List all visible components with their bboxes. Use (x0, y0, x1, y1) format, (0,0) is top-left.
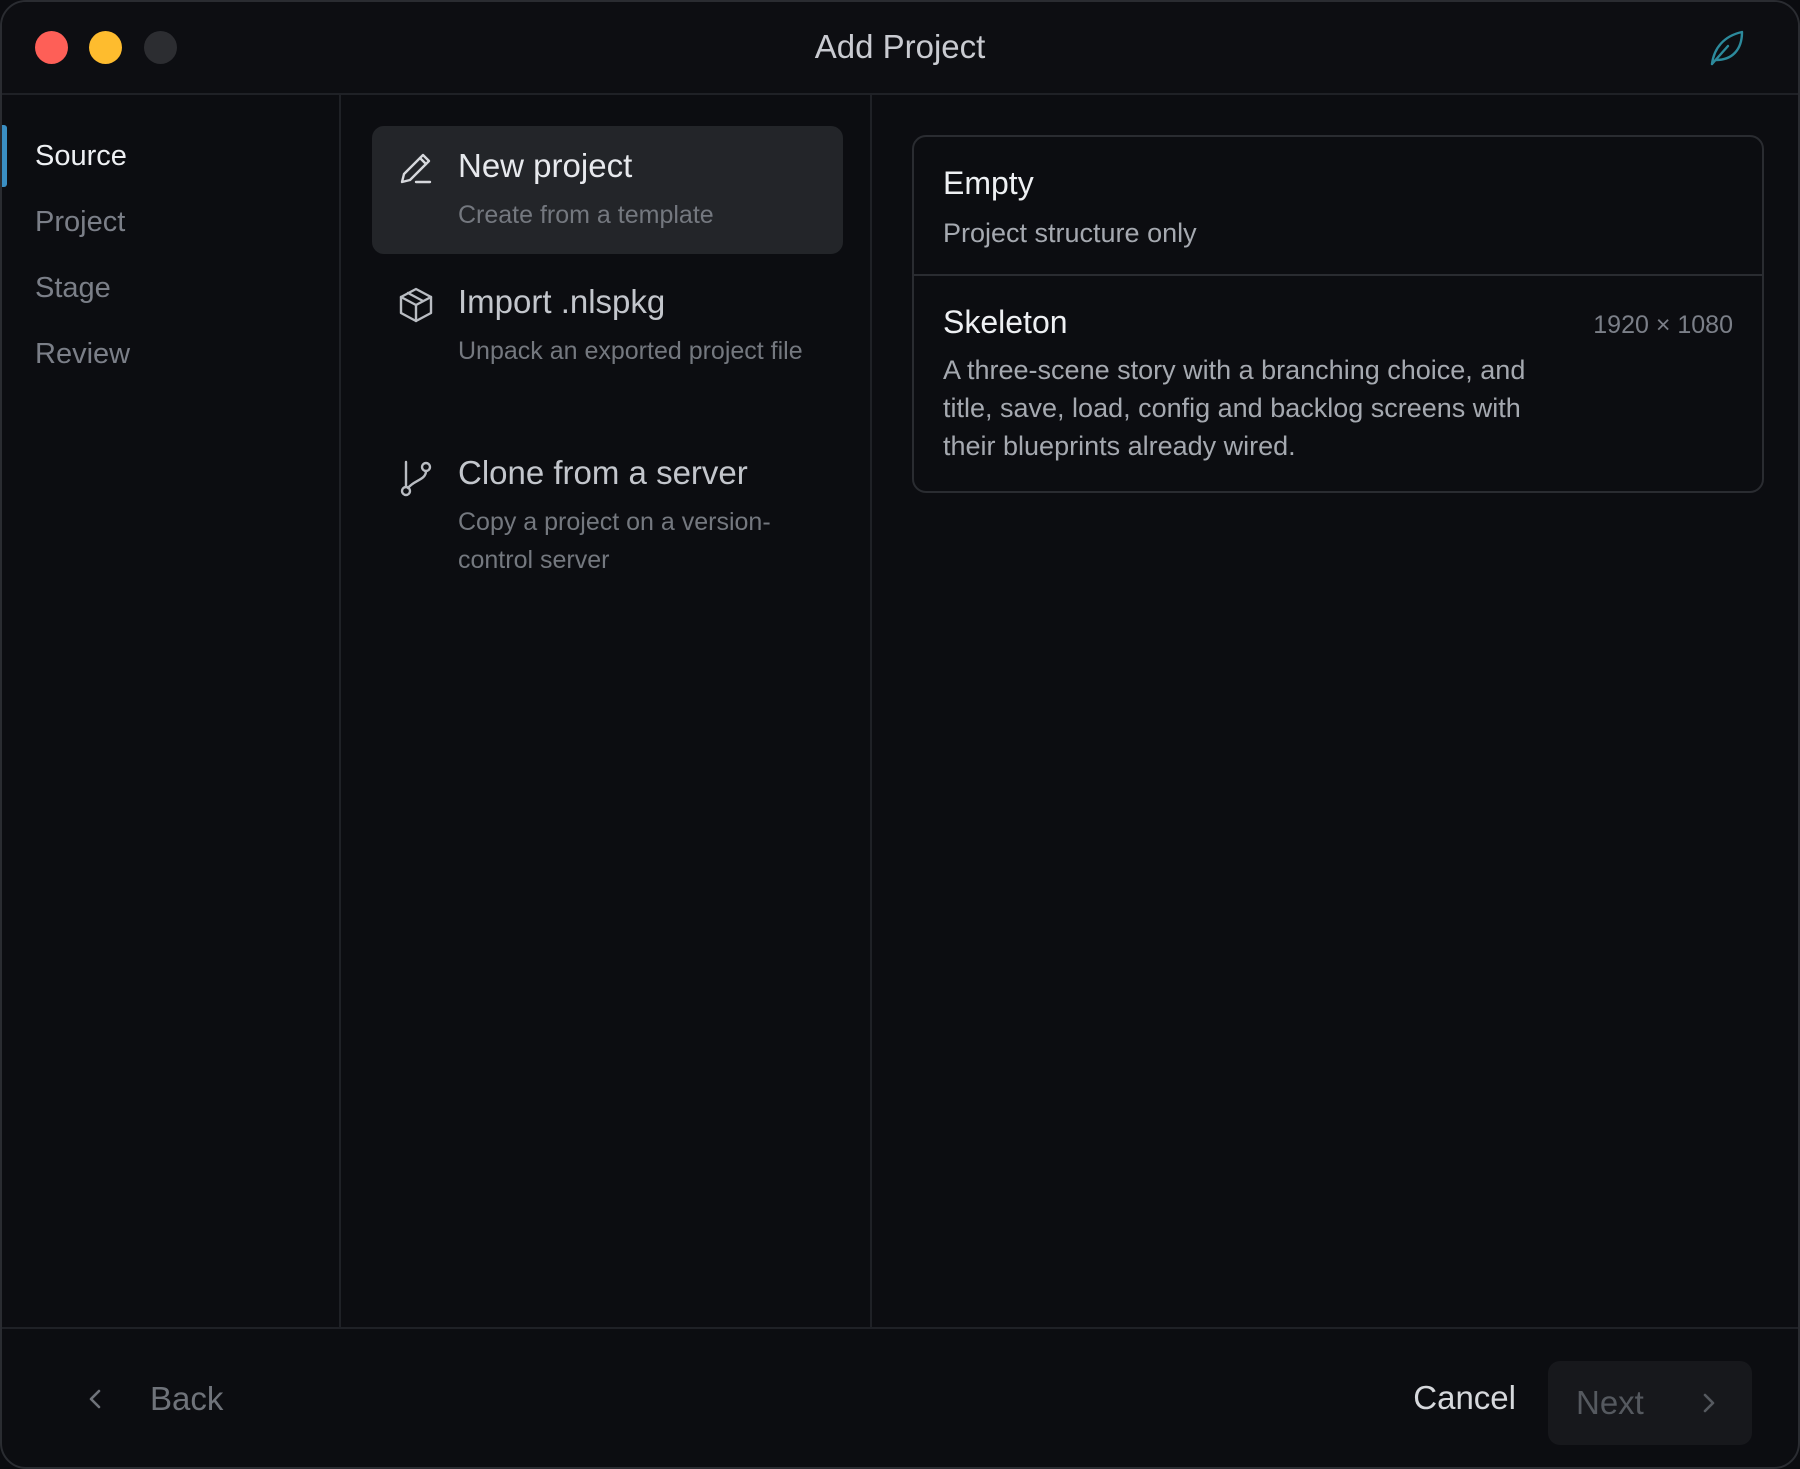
package-icon (399, 287, 433, 323)
pencil-icon (400, 153, 432, 184)
add-project-window: Add Project Source Project Stage Review … (0, 0, 1800, 1469)
chevron-left-icon (89, 1389, 101, 1409)
chevron-right-icon (1703, 1393, 1715, 1413)
cancel-button[interactable]: Cancel (1413, 1379, 1516, 1417)
git-branch-icon (400, 460, 432, 497)
wizard-steps-sidebar: Source Project Stage Review (2, 95, 341, 1327)
window-title: Add Project (814, 28, 986, 65)
step-stage[interactable]: Stage (35, 272, 111, 305)
step-source[interactable]: Source (35, 140, 127, 173)
active-step-indicator (2, 125, 7, 187)
template-description: Project structure only (943, 218, 1197, 248)
source-options: New project Create from a template Impor… (341, 95, 872, 1327)
source-clone-server[interactable]: Clone from a server Copy a project on a … (372, 440, 843, 588)
source-title: Import .nlspkg (458, 283, 666, 320)
template-description: A three-scene story with a branching cho… (943, 355, 1526, 461)
leaf-icon (1710, 30, 1744, 66)
step-project[interactable]: Project (35, 206, 125, 239)
next-button[interactable]: Next (1548, 1361, 1752, 1445)
source-new-project[interactable]: New project Create from a template (372, 126, 843, 254)
wizard-footer: Back Cancel Next (2, 1327, 1798, 1467)
next-label: Next (1576, 1384, 1644, 1421)
step-review[interactable]: Review (35, 338, 130, 371)
template-resolution: 1920 × 1080 (1593, 311, 1733, 339)
template-skeleton[interactable]: Skeleton 1920 × 1080 A three-scene story… (914, 276, 1762, 491)
back-button[interactable]: Back (82, 1369, 223, 1429)
template-name: Skeleton (943, 304, 1068, 340)
source-import-package[interactable]: Import .nlspkg Unpack an exported projec… (372, 265, 843, 413)
template-empty[interactable]: Empty Project structure only (914, 137, 1762, 276)
source-description: Copy a project on a version-control serv… (458, 508, 771, 574)
source-title: Clone from a server (458, 454, 748, 491)
source-description: Create from a template (458, 201, 714, 229)
source-title: New project (458, 147, 633, 184)
template-name: Empty (943, 165, 1034, 201)
back-label: Back (150, 1380, 224, 1417)
source-description: Unpack an exported project file (458, 337, 803, 365)
title-bar: Add Project (2, 2, 1798, 95)
template-list: Empty Project structure only Skeleton 19… (912, 135, 1764, 493)
